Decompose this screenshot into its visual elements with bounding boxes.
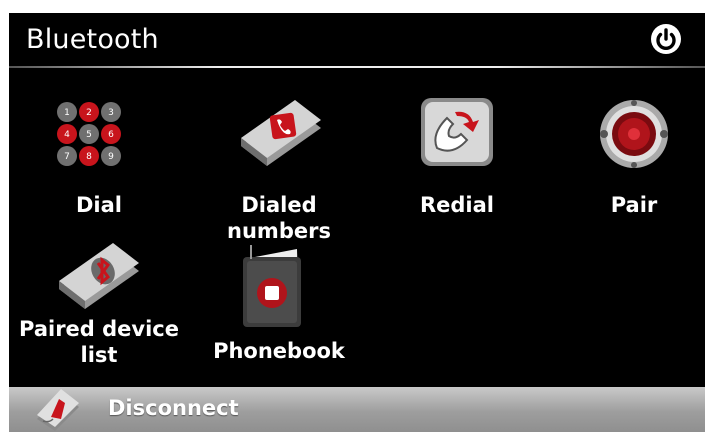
dial-button[interactable]: 1 2 3 4 5 6 7 8 9 Dial — [39, 98, 159, 223]
keypad-key-2-label: 2 — [86, 108, 92, 118]
phonebook-button[interactable]: Phonebook — [209, 241, 349, 366]
dialed-numbers-label: Dialed numbers — [227, 193, 331, 243]
paired-device-icon — [59, 243, 139, 309]
redial-label: Redial — [419, 193, 494, 217]
phonebook-label: Phonebook — [213, 339, 345, 363]
bluetooth-screen: Bluetooth 1 2 3 4 5 6 7 8 9 Dial Dialed … — [9, 13, 705, 432]
paired-device-list-label-line1: Paired device — [19, 317, 179, 341]
disconnect-icon — [37, 389, 79, 431]
power-button[interactable] — [650, 23, 682, 55]
keypad-icon: 1 2 3 4 5 6 7 8 9 — [57, 102, 121, 166]
keypad-key-6-label: 6 — [108, 130, 114, 140]
dial-label: Dial — [76, 193, 122, 217]
pair-radar-icon — [600, 100, 668, 168]
keypad-key-3-label: 3 — [108, 108, 114, 118]
dialed-numbers-icon — [241, 100, 321, 166]
pair-button[interactable]: Pair — [574, 98, 694, 223]
redial-button[interactable]: Redial — [397, 98, 517, 223]
paired-device-list-label-line2: list — [80, 343, 118, 367]
paired-device-list-button[interactable]: Paired device list — [19, 241, 179, 371]
dialed-numbers-button[interactable]: Dialed numbers — [189, 98, 369, 243]
keypad-key-9-label: 9 — [108, 152, 114, 162]
keypad-key-8-label: 8 — [86, 152, 92, 162]
pair-label: Pair — [610, 193, 658, 217]
page-title: Bluetooth — [26, 24, 159, 55]
redial-icon — [421, 98, 493, 166]
keypad-key-4-label: 4 — [64, 130, 70, 140]
disconnect-button[interactable]: Disconnect — [9, 387, 705, 432]
phonebook-icon — [243, 245, 301, 327]
keypad-key-1-label: 1 — [64, 108, 70, 118]
disconnect-label: Disconnect — [108, 396, 239, 420]
header-bar: Bluetooth — [9, 13, 705, 67]
keypad-key-7-label: 7 — [64, 152, 70, 162]
keypad-key-5-label: 5 — [86, 130, 92, 140]
header-divider — [9, 66, 705, 68]
power-icon — [651, 24, 681, 54]
